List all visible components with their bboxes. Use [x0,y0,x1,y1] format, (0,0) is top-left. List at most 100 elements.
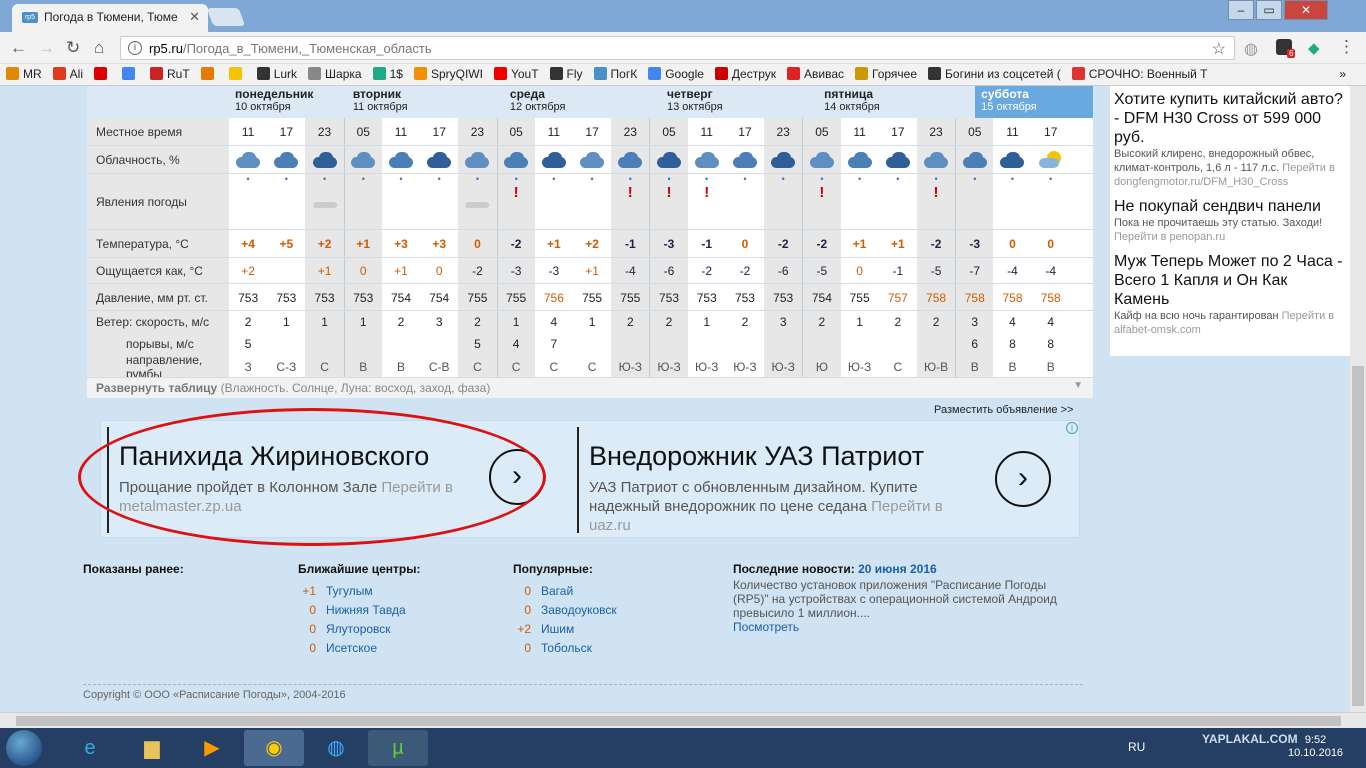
weather-phenomena-cell: • [343,174,382,230]
new-tab-button[interactable] [206,8,246,26]
home-icon[interactable]: ⌂ [94,38,104,58]
utorrent-icon[interactable]: µ [368,730,428,766]
place-link[interactable]: Ялуторовск [326,622,391,636]
browser-tab[interactable]: rp5 Погода в Тюмени, Тюме ✕ [12,4,208,32]
horizontal-scrollbar[interactable] [0,712,1366,728]
day-name: суббота [981,87,1029,101]
place-link[interactable]: Вагай [541,584,573,598]
weather-phenomena-cell: • [267,174,305,230]
menu-dots-icon[interactable]: ⋮ [1338,37,1355,57]
cell-feels [267,258,305,284]
minimize-icon[interactable]: – [1228,0,1254,20]
bookmarks-overflow-icon[interactable]: » [1339,67,1346,81]
bookmark-item[interactable] [195,64,223,85]
row-label: Ветер: скорость, м/с [87,311,229,333]
place-link[interactable]: Заводоуковск [541,603,617,617]
bookmark-item[interactable]: Горячее [849,64,922,85]
cell-temp: +3 [394,237,408,251]
system-clock[interactable]: 9:52 10.10.2016 [1288,734,1343,760]
right-ad-title[interactable]: Хотите купить китайский авто? - DFM H30 … [1114,90,1346,147]
bookmark-item[interactable] [223,64,251,85]
bookmark-favicon-icon [855,67,869,80]
cloud-icon [305,146,344,174]
cell-gusts [267,333,305,355]
back-arrow-icon[interactable]: ← [10,38,27,58]
place-link[interactable]: Исетское [326,641,377,655]
bookmark-favicon-icon [122,67,136,80]
language-indicator[interactable]: RU [1128,740,1145,754]
address-bar[interactable]: i rp5.ru/Погода_в_Тюмени,_Тюменская_обла… [120,36,1235,60]
forward-arrow-icon[interactable]: → [38,38,55,58]
bookmark-item[interactable]: СРОЧНО: Военный Т [1066,64,1213,85]
bookmark-item[interactable]: Деструк [709,64,781,85]
bookmark-item[interactable]: YouT [488,64,544,85]
place-ad-link[interactable]: Разместить объявление >> [934,404,1073,416]
cloud-icon [731,151,759,169]
bookmark-item[interactable]: MR [0,64,47,85]
ie-icon[interactable]: e [60,730,120,766]
chrome-icon[interactable]: ◉ [244,730,304,766]
bookmark-item[interactable]: Шарка [302,64,367,85]
bookmark-item[interactable]: Ali [47,64,88,85]
scroll-thumb[interactable] [1352,366,1364,706]
globe-extension-icon[interactable]: ◍ [1244,39,1258,59]
bookmark-star-icon[interactable]: ☆ [1212,39,1226,59]
cloud-icon [540,151,568,169]
warning-icon: ! [933,184,939,201]
bookmark-item[interactable]: Богини из соцсетей ( [922,64,1066,85]
expand-arrow-icon[interactable]: ▼ [1073,380,1083,391]
bookmark-item[interactable]: Fly [544,64,588,85]
news-date-link[interactable]: 20 июня 2016 [858,562,937,576]
bookmark-label: Богини из соцсетей ( [945,67,1061,81]
cell-press: 753 [238,290,259,305]
news-more-link[interactable]: Посмотреть [733,620,799,634]
expand-table-link[interactable]: Развернуть таблицу (Влажность. Солнце, Л… [87,378,1093,398]
bookmark-item[interactable] [88,64,116,85]
bookmark-item[interactable]: Lurk [251,64,302,85]
place-link[interactable]: Ишим [541,622,574,636]
site-info-icon[interactable]: i [128,41,142,55]
cell-time: 17 [1044,125,1058,139]
bookmark-item[interactable]: SpryQIWI [408,64,488,85]
bookmark-item[interactable]: Авивас [781,64,849,85]
weather-phenomena-cell: • [229,174,267,230]
start-button[interactable] [6,730,42,766]
right-ad[interactable]: Муж Теперь Может по 2 Часа - Всего 1 Кап… [1114,252,1346,337]
bookmark-item[interactable]: RuT [144,64,195,85]
precip-icon: • [973,174,977,184]
bookmark-item[interactable]: ПогК [588,64,643,85]
ad-info-icon[interactable]: i [1066,422,1078,434]
cloud-icon [343,146,382,174]
bookmark-item[interactable] [116,64,144,85]
cell-gusts [305,333,344,355]
cloud-icon [463,151,491,169]
cell-press: 757 [887,290,908,305]
weather-phenomena-cell: • [535,174,573,230]
cell-dir: В [343,355,382,378]
right-ad-title[interactable]: Не покупай сендвич панели [1114,197,1346,216]
restore-icon[interactable]: ▭ [1256,0,1282,20]
place-link[interactable]: Тугулым [326,584,373,598]
bookmark-item[interactable]: 1$ [367,64,408,85]
ad-next-arrow-icon[interactable]: › [995,451,1051,507]
bookmark-favicon-icon [200,67,214,80]
right-ad[interactable]: Хотите купить китайский авто? - DFM H30 … [1114,90,1346,189]
place-link[interactable]: Нижняя Тавда [326,603,406,617]
tab-close-icon[interactable]: ✕ [189,9,200,25]
close-window-icon[interactable]: ✕ [1284,0,1328,20]
cell-temp: +1 [852,237,867,251]
cell-wind: 3 [764,311,803,333]
place-link[interactable]: Тобольск [541,641,592,655]
cell-dir: С-В [428,359,450,374]
right-ad-title[interactable]: Муж Теперь Может по 2 Часа - Всего 1 Кап… [1114,252,1346,309]
scroll-thumb[interactable] [16,716,1341,726]
vertical-scrollbar[interactable] [1350,86,1366,712]
explorer-icon[interactable]: ▆ [122,730,182,766]
media-player-icon[interactable]: ▶ [182,730,242,766]
right-ad[interactable]: Не покупай сендвич панели Пока не прочита… [1114,197,1346,244]
browser-globe-icon[interactable]: ◍ [306,730,366,766]
color-extension-icon[interactable]: ◆ [1308,39,1320,57]
right-ad-link[interactable]: Перейти в penopan.ru [1114,231,1225,243]
reload-icon[interactable]: ↻ [66,38,80,58]
bookmark-item[interactable]: Google [642,64,709,85]
